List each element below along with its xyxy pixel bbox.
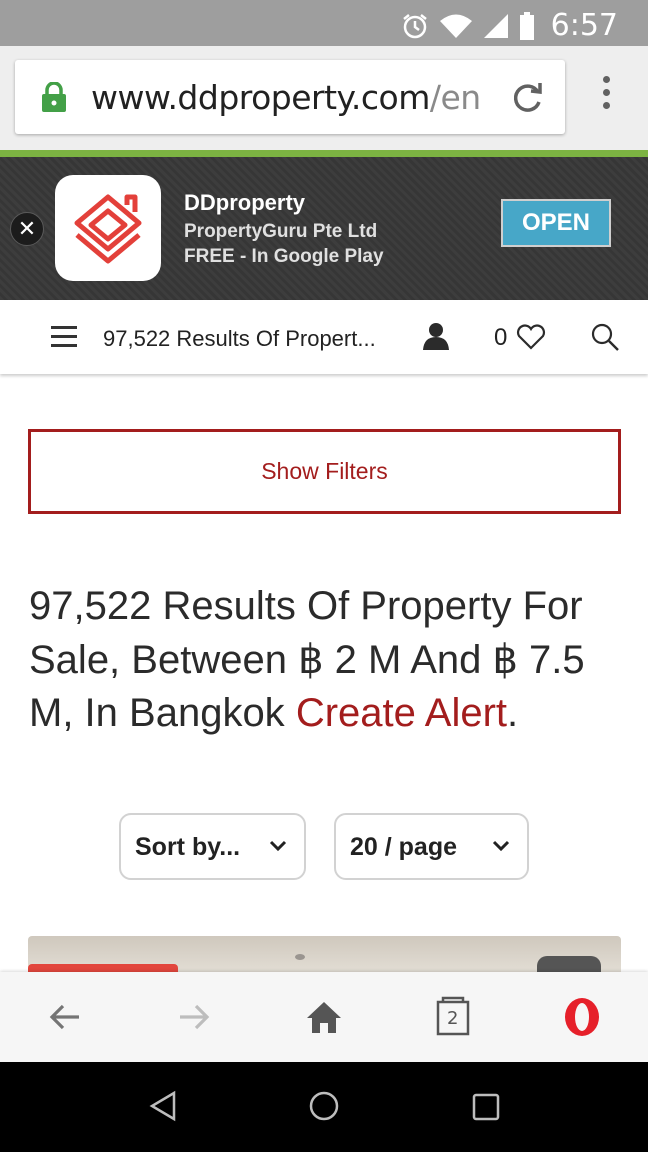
site-header: 97,522 Results Of Propert... 0 bbox=[0, 300, 648, 374]
results-heading: 97,522 Results Of Property For Sale, Bet… bbox=[29, 580, 629, 741]
page-size-label: 20 / page bbox=[350, 833, 457, 861]
listing-card[interactable] bbox=[28, 936, 621, 972]
url-path: /en bbox=[429, 78, 481, 117]
forward-arrow-icon[interactable] bbox=[177, 1000, 211, 1034]
status-time: 6:57 bbox=[550, 8, 618, 43]
app-install-banner: ✕ DDproperty PropertyGuru Pte Ltd FREE -… bbox=[0, 157, 648, 300]
app-vendor: PropertyGuru Pte Ltd bbox=[184, 221, 378, 242]
tabs-button[interactable]: 2 bbox=[436, 996, 470, 1036]
listing-photo-count bbox=[537, 956, 601, 972]
listing-badge bbox=[28, 964, 178, 972]
create-alert-link[interactable]: Create Alert bbox=[296, 691, 507, 735]
close-icon[interactable]: ✕ bbox=[10, 212, 44, 246]
alarm-icon bbox=[402, 13, 427, 38]
address-bar[interactable]: www.ddproperty.com/en bbox=[15, 60, 565, 134]
search-icon[interactable] bbox=[590, 322, 620, 352]
reload-icon[interactable] bbox=[511, 80, 545, 114]
battery-icon bbox=[519, 11, 534, 40]
page-title: 97,522 Results Of Propert... bbox=[103, 326, 376, 351]
url-text[interactable]: www.ddproperty.com/en bbox=[91, 78, 491, 117]
app-logo bbox=[55, 175, 161, 281]
show-filters-button[interactable]: Show Filters bbox=[28, 429, 621, 514]
status-bar: 6:57 bbox=[0, 0, 648, 46]
browser-toolbar: www.ddproperty.com/en bbox=[0, 46, 648, 150]
ddproperty-logo-icon bbox=[74, 194, 142, 264]
app-store-text: FREE - In Google Play bbox=[184, 246, 384, 267]
android-navigation-bar bbox=[0, 1062, 648, 1152]
listing-photo bbox=[295, 954, 305, 960]
signal-icon bbox=[483, 13, 508, 38]
app-name: DDproperty bbox=[184, 190, 306, 215]
open-app-button[interactable]: OPEN bbox=[501, 199, 611, 247]
android-back-icon[interactable] bbox=[148, 1090, 178, 1122]
android-home-icon[interactable] bbox=[308, 1090, 340, 1122]
sort-select-label: Sort by... bbox=[135, 833, 241, 861]
wifi-icon bbox=[439, 14, 472, 38]
menu-icon[interactable] bbox=[51, 326, 77, 353]
favorites-count[interactable]: 0 bbox=[494, 324, 507, 352]
page-size-select[interactable]: 20 / page bbox=[334, 813, 529, 880]
heading-period: . bbox=[507, 691, 519, 735]
browser-bottom-bar: 2 bbox=[0, 972, 648, 1062]
tab-count: 2 bbox=[447, 1008, 459, 1029]
home-icon[interactable] bbox=[306, 1000, 342, 1034]
page-load-progress bbox=[0, 150, 648, 157]
chevron-down-icon bbox=[269, 840, 287, 852]
android-recents-icon[interactable] bbox=[472, 1093, 500, 1121]
browser-menu-icon[interactable] bbox=[592, 76, 620, 116]
url-domain: www.ddproperty.com bbox=[91, 78, 430, 117]
opera-menu-icon[interactable] bbox=[562, 996, 602, 1038]
back-arrow-icon[interactable] bbox=[48, 1000, 82, 1034]
chevron-down-icon bbox=[492, 840, 510, 852]
heart-icon[interactable] bbox=[516, 324, 546, 350]
user-icon[interactable] bbox=[423, 322, 449, 350]
sort-select[interactable]: Sort by... bbox=[119, 813, 306, 880]
lock-icon bbox=[42, 82, 66, 112]
